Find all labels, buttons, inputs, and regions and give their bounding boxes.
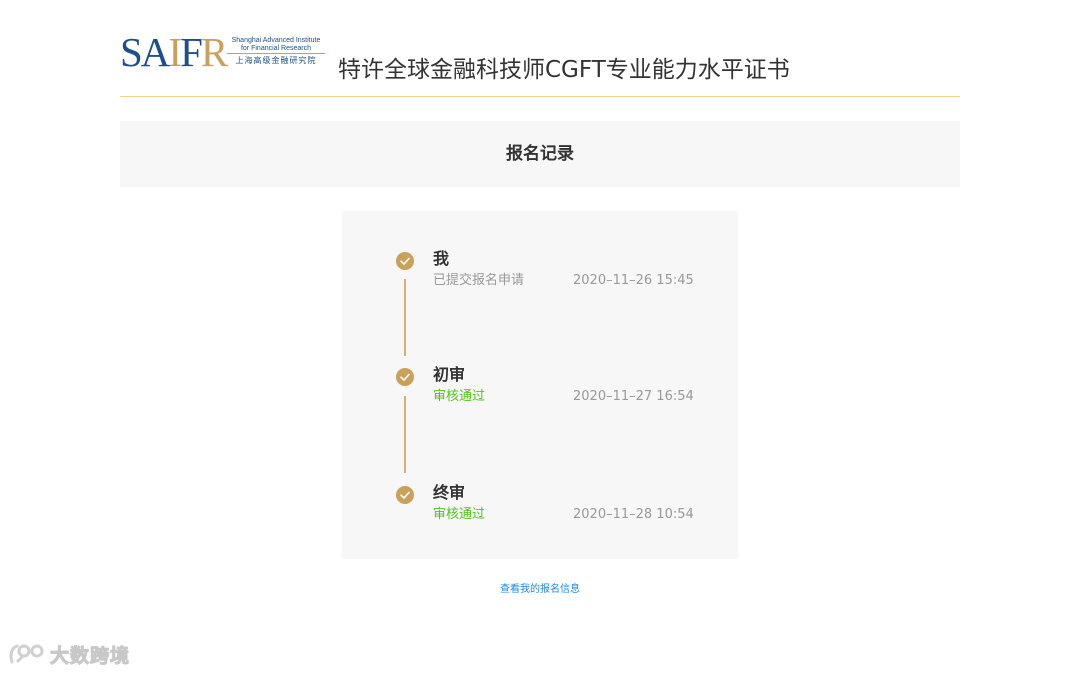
- step-title: 终审: [433, 483, 466, 502]
- timeline-step-first-review: 初审 审核通过 2020–11–27 16:54: [396, 364, 696, 406]
- step-timestamp: 2020–11–26 15:45: [573, 273, 694, 288]
- logo-chinese-name: 上海高级金融研究院: [235, 56, 317, 65]
- timeline-connector: [404, 279, 406, 356]
- step-timestamp: 2020–11–27 16:54: [573, 389, 694, 404]
- view-registration-info-link[interactable]: 查看我的报名信息: [0, 583, 1080, 597]
- logo-english-name: Shanghai Advanced Institute for Financia…: [227, 37, 325, 54]
- timeline-connector: [404, 396, 406, 473]
- check-circle-icon: [396, 252, 414, 270]
- check-circle-icon: [396, 486, 414, 504]
- timeline-step-submitted: 我 已提交报名申请 2020–11–26 15:45: [396, 248, 696, 290]
- watermark-text: 大数跨境: [49, 644, 131, 667]
- step-status: 已提交报名申请: [433, 273, 525, 288]
- logo-mark: SAIFR: [120, 29, 228, 75]
- page-header: SAIFR Shanghai Advanced Institute for Fi…: [120, 28, 960, 83]
- registration-timeline: 我 已提交报名申请 2020–11–26 15:45 初审 审核通过 2020–…: [342, 211, 738, 559]
- section-header: 报名记录: [120, 121, 960, 187]
- logo-en-line2: for Financial Research: [240, 45, 312, 52]
- section-title: 报名记录: [506, 144, 574, 164]
- watermark-logo-icon: [8, 642, 48, 666]
- watermark: 大数跨境: [8, 641, 130, 667]
- check-circle-icon: [396, 368, 414, 386]
- step-title: 我: [433, 249, 450, 268]
- step-title: 初审: [433, 365, 466, 384]
- header-divider: [120, 96, 960, 97]
- saifr-logo[interactable]: SAIFR Shanghai Advanced Institute for Fi…: [120, 31, 325, 73]
- timeline-step-final-review: 终审 审核通过 2020–11–28 10:54: [396, 482, 696, 524]
- page-title: 特许全球金融科技师CGFT专业能力水平证书: [338, 57, 790, 84]
- step-status: 审核通过: [433, 507, 486, 522]
- step-status: 审核通过: [433, 389, 486, 404]
- logo-en-line1: Shanghai Advanced Institute: [231, 37, 321, 44]
- step-timestamp: 2020–11–28 10:54: [573, 507, 694, 522]
